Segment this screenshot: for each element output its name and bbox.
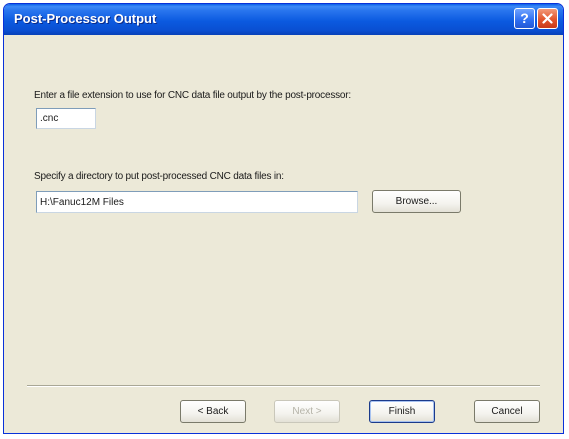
post-processor-output-dialog: Post-Processor Output ? Enter a file ext… bbox=[3, 3, 564, 434]
help-button[interactable]: ? bbox=[514, 8, 535, 29]
extension-input[interactable] bbox=[36, 108, 96, 129]
next-button[interactable]: Next > bbox=[274, 400, 340, 423]
directory-input[interactable] bbox=[36, 191, 358, 213]
close-icon bbox=[542, 13, 553, 24]
extension-label: Enter a file extension to use for CNC da… bbox=[34, 90, 351, 101]
help-icon: ? bbox=[520, 10, 529, 26]
title-bar[interactable]: Post-Processor Output ? bbox=[4, 4, 563, 35]
footer-separator bbox=[27, 385, 540, 387]
close-button[interactable] bbox=[537, 8, 558, 29]
window-title: Post-Processor Output bbox=[14, 11, 157, 26]
finish-button[interactable]: Finish bbox=[369, 400, 435, 423]
back-button[interactable]: < Back bbox=[180, 400, 246, 423]
browse-button[interactable]: Browse... bbox=[372, 190, 461, 213]
directory-label: Specify a directory to put post-processe… bbox=[34, 171, 284, 182]
cancel-button[interactable]: Cancel bbox=[474, 400, 540, 423]
